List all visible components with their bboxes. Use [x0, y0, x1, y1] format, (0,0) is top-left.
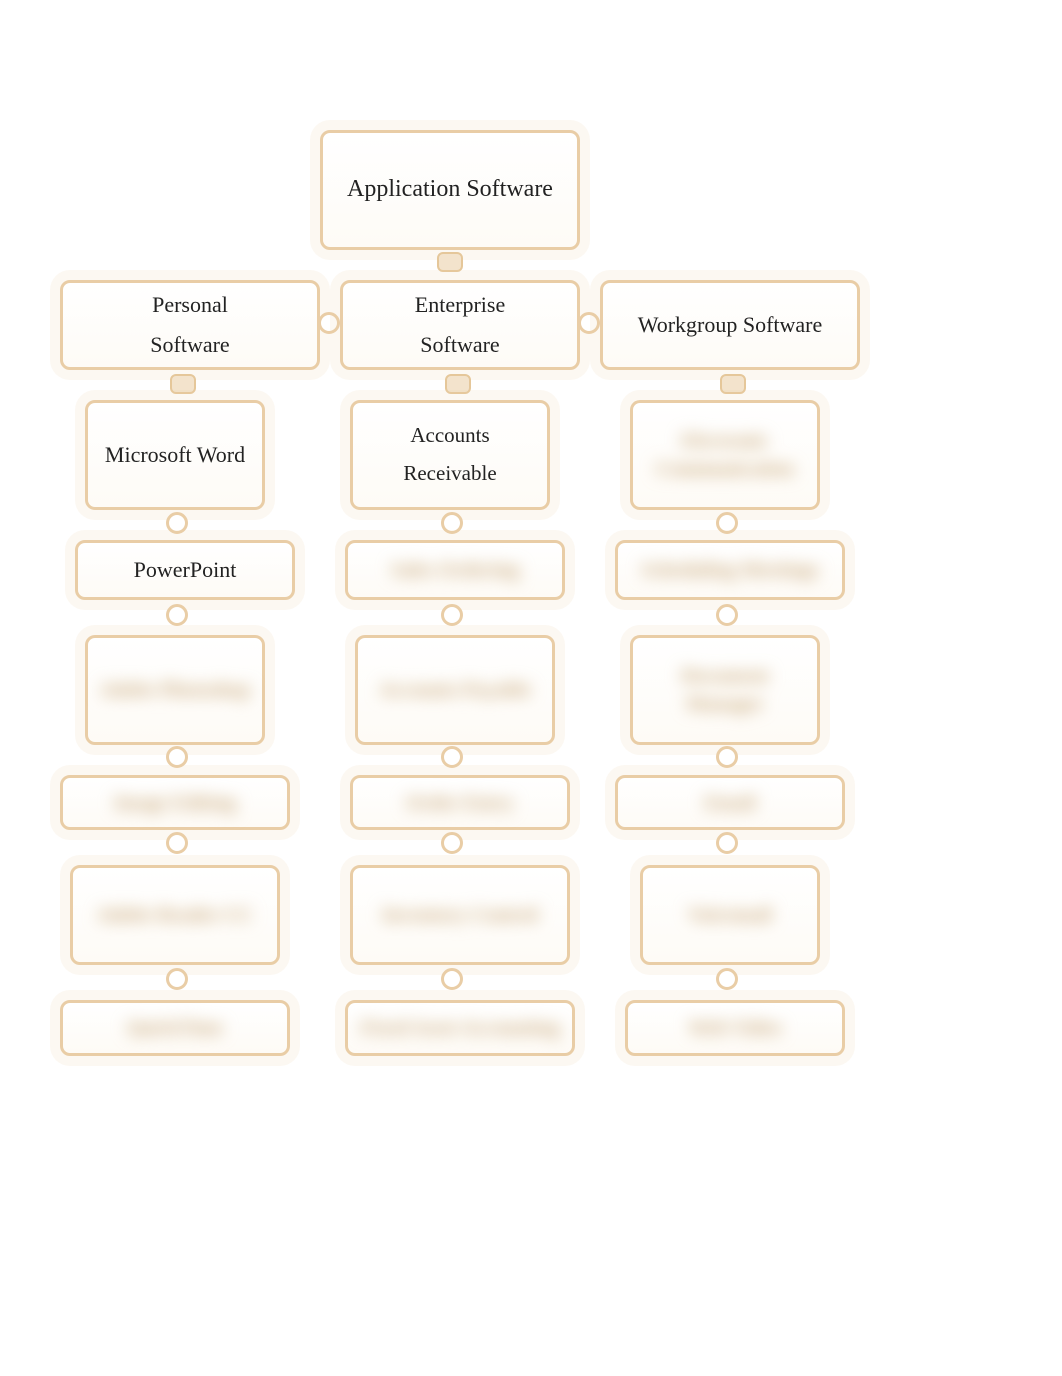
node-item: Email — [615, 775, 845, 830]
node-item-label: Adobe Reader CC — [97, 901, 253, 929]
node-item: Order Entry — [350, 775, 570, 830]
node-item: Web Video — [625, 1000, 845, 1056]
node-item-label: Accounts Receivable — [363, 417, 537, 493]
node-cat-workgroup: Workgroup Software — [600, 280, 860, 370]
connector-circle — [318, 312, 340, 334]
node-item: Adobe Reader CC — [70, 865, 280, 965]
node-item: QuickTime — [60, 1000, 290, 1056]
connector-circle — [166, 512, 188, 534]
node-item-label: Fixed Asset Accounting — [361, 1014, 560, 1042]
node-cat-enterprise-label: Enterprise Software — [415, 285, 505, 364]
node-item-label: Adobe Photoshop — [100, 676, 251, 704]
node-item-label: Accounts Payable — [379, 676, 531, 704]
node-item-label: QuickTime — [127, 1014, 223, 1042]
node-item-label: Sales Ordering — [391, 556, 519, 584]
node-item-label: Inventory Control — [382, 901, 538, 929]
connector-circle — [166, 604, 188, 626]
connector-circle — [166, 746, 188, 768]
node-item: Microsoft Word — [85, 400, 265, 510]
node-item: Scheduling Meetings — [615, 540, 845, 600]
node-item: Image Editing — [60, 775, 290, 830]
connector-circle — [716, 968, 738, 990]
connector-circle — [441, 832, 463, 854]
node-item-label: Scheduling Meetings — [641, 556, 818, 584]
node-item: PowerPoint — [75, 540, 295, 600]
connector-circle — [166, 832, 188, 854]
node-item: Document Manager — [630, 635, 820, 745]
node-item-label: Email — [704, 789, 755, 817]
node-item-label: Voicemail — [688, 901, 772, 929]
connector-circle — [441, 604, 463, 626]
connector-nub — [437, 252, 463, 272]
node-item: Fixed Asset Accounting — [345, 1000, 575, 1056]
node-item-label: Document Manager — [643, 662, 807, 718]
node-item-label: Microsoft Word — [105, 435, 245, 475]
node-item-label: Order Entry — [406, 789, 514, 817]
node-item-label: Web Video — [689, 1014, 782, 1042]
node-cat-personal-label: Personal Software — [150, 285, 229, 364]
connector-nub — [720, 374, 746, 394]
node-item: Inventory Control — [350, 865, 570, 965]
connector-nub — [170, 374, 196, 394]
node-item: Adobe Photoshop — [85, 635, 265, 745]
connector-nub — [445, 374, 471, 394]
node-item-label: Image Editing — [114, 789, 236, 817]
node-item: Accounts Payable — [355, 635, 555, 745]
connector-circle — [716, 512, 738, 534]
node-root: Application Software — [320, 130, 580, 250]
connector-circle — [441, 968, 463, 990]
node-item: Voicemail — [640, 865, 820, 965]
node-cat-personal: Personal Software — [60, 280, 320, 370]
connector-circle — [716, 604, 738, 626]
node-item-label: PowerPoint — [134, 550, 237, 590]
connector-circle — [716, 746, 738, 768]
node-cat-enterprise: Enterprise Software — [340, 280, 580, 370]
connector-circle — [441, 746, 463, 768]
node-item: Electronic Communication — [630, 400, 820, 510]
connector-circle — [441, 512, 463, 534]
node-item-label: Electronic Communication — [643, 427, 807, 483]
connector-circle — [578, 312, 600, 334]
node-item: Sales Ordering — [345, 540, 565, 600]
node-cat-workgroup-label: Workgroup Software — [638, 305, 823, 345]
connector-circle — [716, 832, 738, 854]
node-root-label: Application Software — [347, 168, 553, 211]
connector-circle — [166, 968, 188, 990]
node-item: Accounts Receivable — [350, 400, 550, 510]
